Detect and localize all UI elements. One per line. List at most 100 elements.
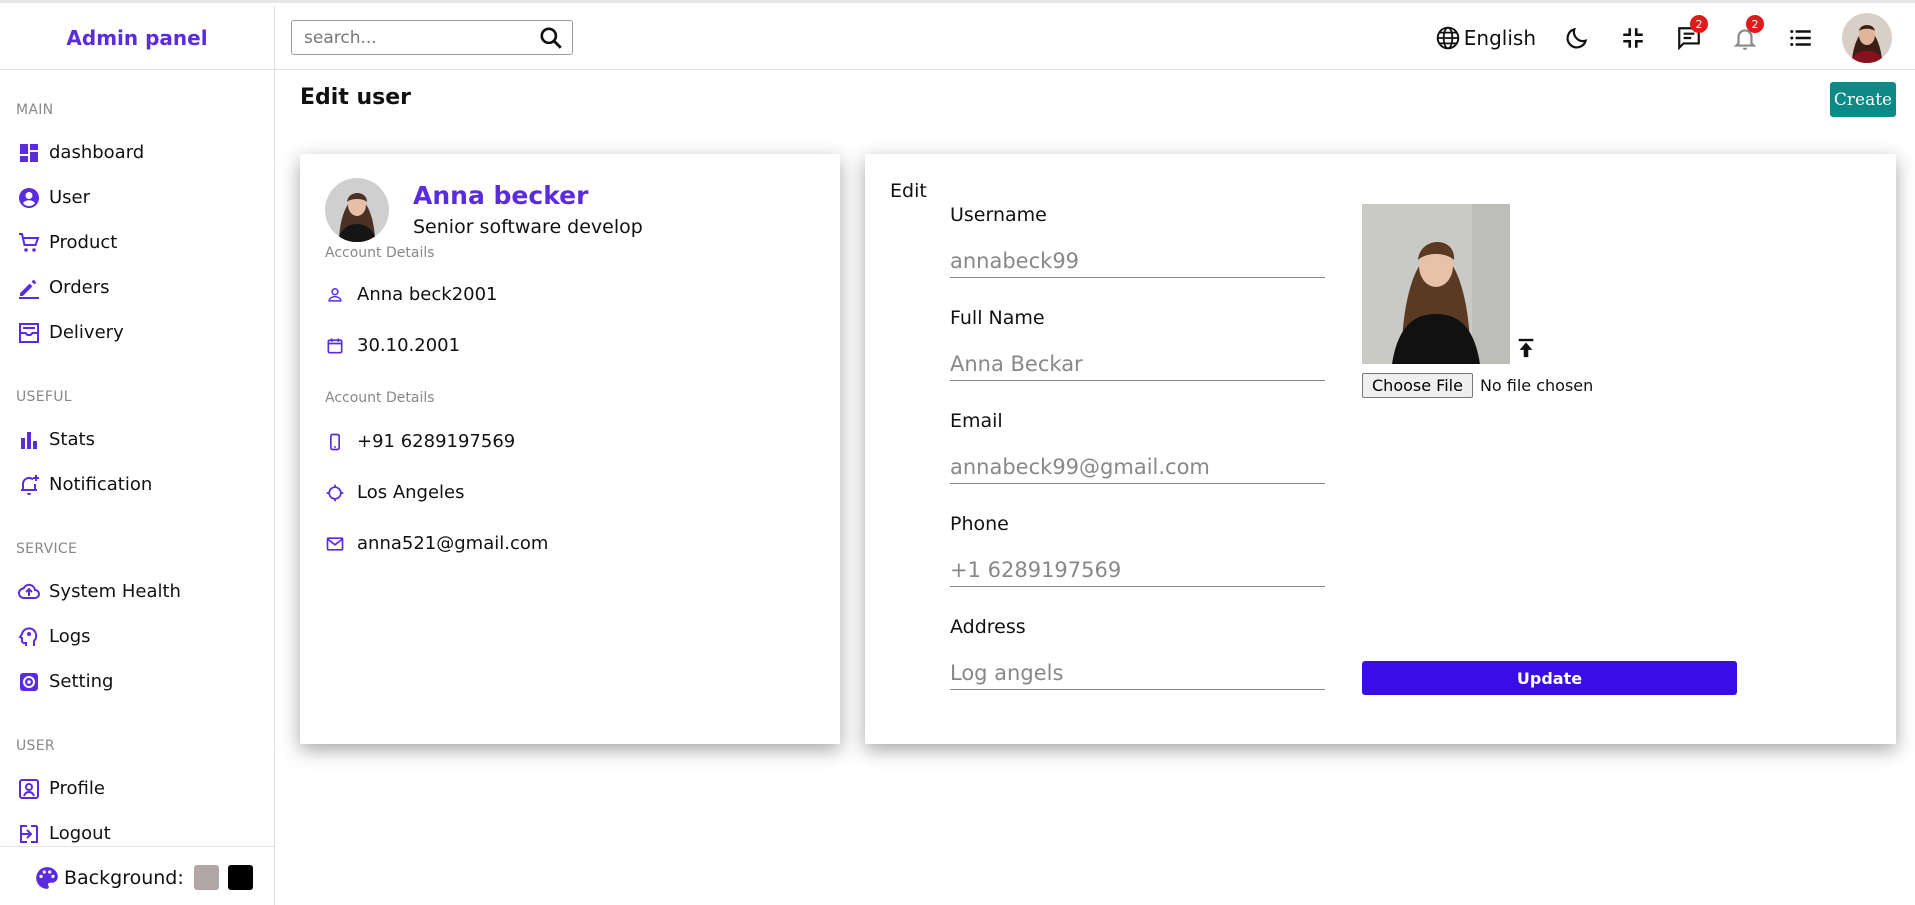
fullscreen-exit-button[interactable]: [1620, 25, 1646, 51]
username-label: Username: [950, 204, 1047, 226]
profile-card: Anna becker Senior software develop Acco…: [300, 154, 840, 744]
profile-job-title: Senior software develop: [413, 216, 643, 238]
sidebar-item-stats[interactable]: Stats: [0, 417, 274, 462]
email-label: Email: [950, 410, 1003, 432]
edit-heading: Edit: [890, 180, 927, 202]
psychology-icon: [17, 625, 41, 649]
sidebar-item-setting[interactable]: Setting: [0, 659, 274, 704]
detail-phone: +91 6289197569: [325, 431, 515, 452]
sidebar-item-label: Notification: [49, 474, 153, 495]
email-field[interactable]: [950, 450, 1325, 484]
sidebar-item-label: Profile: [49, 778, 105, 799]
sidebar-item-delivery[interactable]: Delivery: [0, 310, 274, 355]
sidebar-section-title: USER: [16, 738, 55, 754]
messages-badge: 2: [1690, 15, 1708, 33]
fullname-label: Full Name: [950, 307, 1045, 329]
fullname-field[interactable]: [950, 347, 1325, 381]
detail-email: anna521@gmail.com: [325, 533, 548, 554]
sidebar-item-user[interactable]: User: [0, 175, 274, 220]
account-details-heading: Account Details: [325, 245, 435, 261]
background-label: Background:: [64, 866, 184, 889]
profile-icon: [17, 777, 41, 801]
sidebar-item-label: Product: [49, 232, 118, 253]
detail-username-value: Anna beck2001: [357, 284, 498, 305]
cloud-upload-icon: [17, 580, 41, 604]
sidebar-section-title: USEFUL: [16, 389, 72, 405]
upload-preview-image: [1362, 204, 1510, 364]
search-icon[interactable]: [538, 25, 564, 51]
create-button[interactable]: Create: [1830, 82, 1896, 117]
cart-icon: [17, 231, 41, 255]
detail-location-value: Los Angeles: [357, 482, 465, 503]
gear-icon: [17, 670, 41, 694]
app-logo[interactable]: Admin panel: [0, 6, 274, 70]
language-selector[interactable]: English: [1435, 25, 1536, 51]
detail-dob: 30.10.2001: [325, 335, 460, 356]
person-outline-icon: [328, 287, 342, 302]
sidebar-section-title: SERVICE: [16, 541, 78, 557]
notifications-button[interactable]: 2: [1732, 15, 1764, 51]
messages-button[interactable]: 2: [1676, 15, 1708, 51]
sidebar-item-label: dashboard: [49, 142, 145, 163]
fullscreen-exit-icon: [1623, 28, 1643, 48]
notifications-badge: 2: [1746, 15, 1764, 33]
account-details-heading: Account Details: [325, 390, 435, 406]
username-field[interactable]: [950, 244, 1325, 278]
swatch-light[interactable]: [193, 865, 219, 890]
detail-email-value: anna521@gmail.com: [357, 533, 549, 554]
logout-icon: [17, 822, 41, 846]
sidebar-item-label: User: [49, 187, 91, 208]
sidebar-item-label: Logout: [49, 823, 111, 844]
sidebar-item-label: Delivery: [49, 322, 124, 343]
phone-icon: [330, 433, 340, 450]
bell-plus-icon: [17, 473, 41, 497]
sidebar-section-title: MAIN: [16, 102, 54, 118]
delivery-icon: [17, 321, 41, 345]
sidebar-item-logs[interactable]: Logs: [0, 614, 274, 659]
language-label: English: [1463, 26, 1536, 50]
sidebar-item-label: Stats: [49, 429, 95, 450]
file-picker: Choose File No file chosen: [1362, 373, 1593, 398]
calendar-icon: [327, 338, 343, 353]
app-root: Admin panel MAIN dashboard User Product …: [0, 0, 1915, 905]
swatch-dark[interactable]: [227, 865, 253, 890]
menu-list-button[interactable]: [1788, 25, 1814, 51]
sidebar-item-orders[interactable]: Orders: [0, 265, 274, 310]
topbar: English 2 2: [275, 6, 1915, 70]
phone-label: Phone: [950, 513, 1009, 535]
file-status: No file chosen: [1479, 376, 1594, 395]
sidebar-item-system-health[interactable]: System Health: [0, 569, 274, 614]
address-field[interactable]: [950, 656, 1325, 690]
sidebar-item-product[interactable]: Product: [0, 220, 274, 265]
search-input[interactable]: [292, 27, 532, 48]
sidebar-item-notification[interactable]: Notification: [0, 462, 274, 507]
search-box: [291, 20, 573, 55]
pencil-icon: [17, 276, 41, 300]
sidebar: Admin panel MAIN dashboard User Product …: [0, 6, 275, 905]
dark-mode-toggle[interactable]: [1564, 25, 1590, 51]
sidebar-item-profile[interactable]: Profile: [0, 766, 274, 811]
edit-card: Edit Username Full Name Email Phone Addr…: [865, 154, 1896, 744]
dashboard-icon: [17, 141, 41, 165]
moon-icon: [1566, 27, 1588, 49]
sidebar-item-label: Orders: [49, 277, 110, 298]
bar-chart-icon: [17, 428, 41, 452]
profile-avatar: [325, 178, 389, 242]
background-picker: Background:: [0, 846, 274, 905]
phone-field[interactable]: [950, 553, 1325, 587]
globe-icon: [1436, 26, 1460, 50]
update-button[interactable]: Update: [1362, 661, 1737, 695]
address-label: Address: [950, 616, 1026, 638]
sidebar-item-label: Logs: [49, 626, 91, 647]
sidebar-item-dashboard[interactable]: dashboard: [0, 130, 274, 175]
mail-icon: [326, 536, 344, 551]
location-crosshair-icon: [326, 484, 344, 501]
page-title: Edit user: [300, 85, 412, 110]
sidebar-item-label: System Health: [49, 581, 181, 602]
user-avatar[interactable]: [1842, 13, 1892, 63]
detail-phone-value: +91 6289197569: [357, 431, 516, 452]
choose-file-button[interactable]: Choose File: [1362, 373, 1473, 398]
user-circle-icon: [17, 186, 41, 210]
topbar-actions: English 2 2: [1435, 6, 1915, 70]
upload-icon[interactable]: [1515, 336, 1537, 360]
